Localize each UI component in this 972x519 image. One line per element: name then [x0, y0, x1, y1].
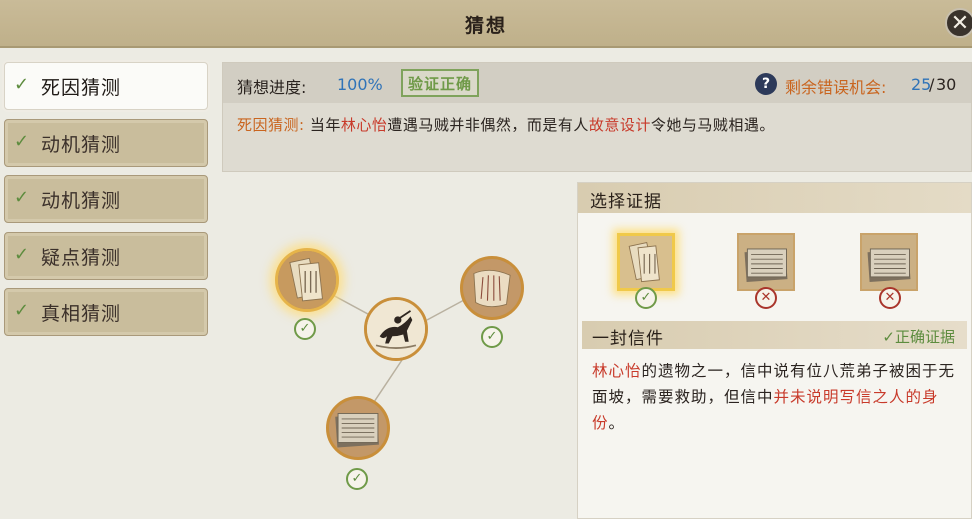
desc-text: 。: [608, 414, 626, 432]
sidebar-item-truth-guess[interactable]: ✓ 真相猜测: [4, 288, 208, 336]
guess-info-panel: 猜想进度: 100% 验证正确 ? 剩余错误机会: 25 / 30 死因猜测: …: [222, 62, 972, 172]
sidebar-item-label: 真相猜测: [41, 303, 122, 325]
check-icon: ✓: [14, 74, 30, 95]
sidebar-item-label: 疑点猜测: [41, 246, 122, 269]
chances-separator: /: [929, 75, 935, 94]
sidebar-item-motive-guess-1[interactable]: ✓ 动机猜测: [4, 118, 208, 167]
help-icon[interactable]: ?: [755, 73, 777, 95]
letter-icon: [620, 236, 672, 288]
guess-text: 死因猜测: 当年林心怡遭遇马贼并非偶然，而是有人故意设计令她与马贼相遇。: [237, 114, 775, 135]
scroll-icon: [463, 259, 521, 317]
chances-label: 剩余错误机会:: [785, 78, 887, 97]
guess-highlight: 故意设计: [588, 116, 651, 134]
check-icon: ✓: [294, 318, 316, 340]
sidebar-item-death-guess[interactable]: ✓ 死因猜测: [4, 62, 208, 110]
book-icon: [739, 235, 793, 289]
sidebar-item-label: 动机猜测: [41, 133, 122, 156]
window-title: 猜想: [464, 15, 507, 37]
evidence-header-title: 选择证据: [590, 192, 662, 212]
check-icon: ✓: [14, 130, 30, 152]
sidebar-item-label: 死因猜测: [41, 77, 122, 99]
progress-row: 猜想进度: 100% 验证正确 ? 剩余错误机会: 25 / 30: [223, 63, 971, 103]
horse-rider-icon: [367, 300, 425, 358]
sidebar-item-doubt-guess[interactable]: ✓ 疑点猜测: [4, 231, 208, 280]
book-icon: [329, 399, 387, 457]
desc-highlight: 林心怡: [592, 362, 642, 380]
chances-max: 30: [936, 75, 957, 94]
sidebar: ✓ 死因猜测 ✓ 动机猜测 ✓ 动机猜测 ✓ 疑点猜测 ✓ 真相猜测: [4, 62, 208, 345]
guess-text-part: 令她与马贼相遇。: [650, 116, 775, 134]
book-node[interactable]: [326, 396, 390, 460]
evidence-header: 选择证据: [578, 183, 971, 213]
book-icon: [862, 235, 916, 289]
selected-evidence-name: 一封信件: [592, 329, 664, 349]
scroll-node[interactable]: [460, 256, 524, 320]
verified-stamp: 验证正确: [401, 69, 479, 97]
x-mark-icon: ✕: [879, 287, 901, 309]
check-icon: ✓: [14, 300, 30, 321]
progress-label: 猜想进度:: [237, 78, 307, 97]
check-icon: ✓: [14, 187, 30, 208]
sidebar-item-label: 动机猜测: [41, 190, 122, 212]
sidebar-item-motive-guess-2[interactable]: ✓ 动机猜测: [4, 175, 208, 223]
letter-icon: [278, 251, 336, 309]
clue-graph: ✓ ✓ ✓: [222, 200, 562, 510]
x-mark-icon: ✕: [755, 287, 777, 309]
close-icon[interactable]: ✕: [945, 8, 972, 38]
check-icon: ✓: [481, 326, 503, 348]
evidence-item-letter[interactable]: [617, 233, 675, 291]
evidence-panel: 选择证据 ✓ ✕ ✕ 一封信件 ✓正确证据 林心怡的遗物之一，信中说有位八荒弟子…: [577, 182, 972, 519]
horse-rider-node[interactable]: [364, 297, 428, 361]
guess-text-part: 遭遇马贼并非偶然，而是有人: [387, 116, 589, 134]
check-icon: ✓: [14, 243, 30, 265]
letter-node[interactable]: [275, 248, 339, 312]
title-bar: 猜想 ✕: [0, 0, 972, 48]
evidence-item-book-b[interactable]: [860, 233, 918, 291]
guess-text-part: 当年: [304, 116, 341, 134]
check-icon: ✓: [635, 287, 657, 309]
evidence-description: 林心怡的遗物之一，信中说有位八荒弟子被困于无面坡，需要救助，但信中并未说明写信之…: [592, 358, 962, 436]
correct-evidence-badge: ✓正确证据: [882, 328, 955, 346]
evidence-item-book-a[interactable]: [737, 233, 795, 291]
guess-name: 林心怡: [340, 116, 388, 134]
progress-value: 100%: [337, 75, 383, 94]
check-icon: ✓: [346, 468, 368, 490]
guess-prefix: 死因猜测:: [237, 116, 305, 134]
selected-evidence-bar: 一封信件 ✓正确证据: [582, 321, 967, 349]
